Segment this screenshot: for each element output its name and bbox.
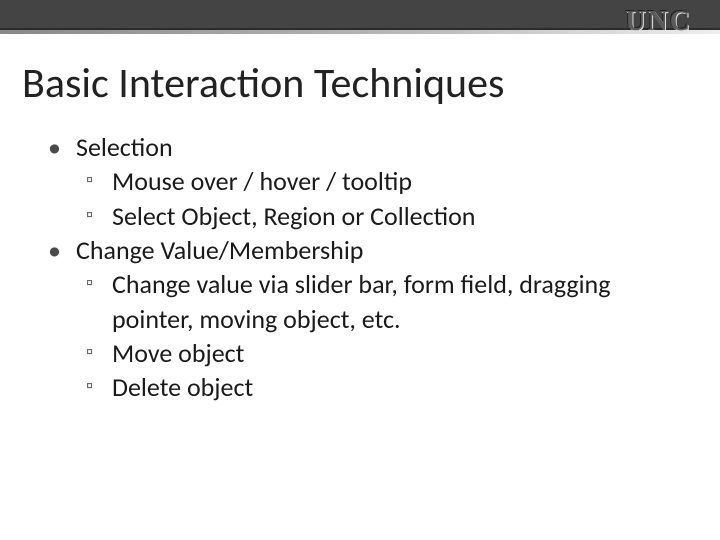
slide: UNC Basic Interaction Techniques Selecti…	[0, 0, 720, 540]
list-item: Select Object, Region or Collection	[48, 199, 680, 233]
header-bar	[0, 0, 720, 30]
header-accent	[0, 30, 720, 34]
list-item: Delete object	[48, 370, 680, 404]
slide-content: Selection Mouse over / hover / tooltip S…	[48, 130, 680, 405]
list-item: Move object	[48, 336, 680, 370]
list-item: Change value via slider bar, form field,…	[48, 267, 680, 336]
logo-text: UNC	[625, 6, 692, 38]
list-item: Change Value/Membership	[48, 233, 680, 267]
slide-title: Basic Interaction Techniques	[22, 58, 504, 109]
list-item: Selection	[48, 130, 680, 164]
list-item: Mouse over / hover / tooltip	[48, 164, 680, 198]
